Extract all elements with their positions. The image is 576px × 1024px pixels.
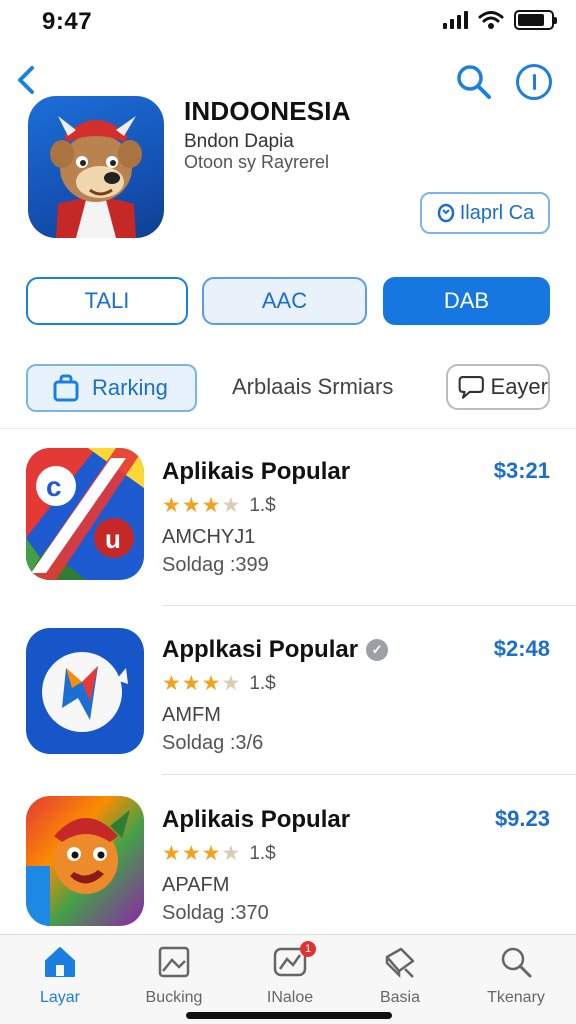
app-title: INDOONESIA — [184, 96, 351, 126]
search-icon[interactable] — [454, 62, 494, 102]
filter-middle-label[interactable]: Arblaais Srmiars — [232, 374, 393, 400]
bag-icon — [53, 374, 79, 402]
tab-layar[interactable]: Layar — [10, 943, 110, 1009]
app-name: Aplikais Popular — [162, 806, 350, 834]
battery-icon — [514, 10, 557, 30]
tab-label: Basia — [379, 989, 421, 1006]
search-icon — [501, 947, 532, 978]
app-price[interactable]: $3:21 — [494, 458, 550, 484]
signal-icon — [443, 11, 468, 29]
tab-tkenary[interactable]: Tkenary — [466, 943, 566, 1009]
app-rating: ★★★★ 1.$ — [162, 671, 276, 696]
app-developer: Otoon sy Rayrerel — [184, 152, 330, 172]
svg-text:u: u — [105, 524, 121, 554]
verified-badge-icon: ✓ — [366, 639, 389, 661]
tab-label: Layar — [39, 989, 81, 1006]
status-icons — [443, 10, 557, 30]
app-name: Applkasi Popular ✓ — [162, 636, 389, 664]
chat-filter-label: Eayer — [490, 374, 548, 399]
app-name-text: Aplikais Popular — [162, 458, 351, 485]
app-price[interactable]: $2:48 — [494, 636, 550, 662]
rating-count: 1.$ — [249, 672, 276, 694]
home-icon — [45, 947, 75, 977]
rating-count: 1.$ — [249, 842, 276, 864]
app-list-icon — [26, 628, 144, 754]
app-name-text: Aplikais Popular — [162, 806, 351, 833]
tab-label: INaloe — [266, 989, 314, 1006]
segment-tali[interactable]: TALI — [26, 277, 188, 325]
star-rating-icon: ★★★★ — [162, 842, 242, 865]
status-bar: 9:47 — [0, 0, 576, 44]
back-chevron-icon[interactable] — [10, 60, 46, 100]
image-icon — [158, 946, 190, 978]
app-name: Aplikais Popular — [162, 458, 350, 486]
app-developer: APAFM — [162, 874, 230, 896]
app-price[interactable]: $9.23 — [495, 806, 550, 832]
app-name-text: Applkasi Popular — [162, 636, 359, 663]
segment-dab[interactable]: DAB — [383, 277, 550, 325]
info-button[interactable] — [516, 64, 552, 100]
app-sold-count: Soldag :370 — [162, 902, 269, 924]
ranking-filter-button[interactable]: Rarking — [26, 364, 197, 412]
segmented-control: TALI AAC DAB — [26, 277, 550, 325]
notification-badge: 1 — [300, 941, 316, 957]
app-list-icon: c u — [26, 448, 144, 580]
star-rating-icon: ★★★★ — [162, 494, 242, 517]
filter-row: Rarking Arblaais Srmiars Eayer — [26, 364, 550, 412]
chat-bubble-icon — [458, 376, 484, 399]
tab-label: Bucking — [145, 989, 203, 1006]
app-icon — [28, 96, 164, 238]
app-subtitle: Bndon Dapia — [184, 131, 294, 152]
app-sold-count: Soldag :3/6 — [162, 732, 264, 754]
app-rating: ★★★★ 1.$ — [162, 841, 276, 866]
divider — [162, 774, 576, 775]
open-button-label: Ilaprl Ca — [459, 201, 535, 224]
app-rating: ★★★★ 1.$ — [162, 493, 276, 518]
tab-bucking[interactable]: Bucking — [124, 943, 224, 1009]
open-button[interactable]: Ilaprl Ca — [420, 192, 550, 234]
app-developer: AMCHYJ1 — [162, 526, 256, 548]
app-list-icon — [26, 796, 144, 926]
tab-basia[interactable]: Basia — [350, 943, 450, 1009]
divider — [162, 605, 576, 606]
home-indicator[interactable] — [186, 1012, 392, 1019]
segment-aac[interactable]: AAC — [202, 277, 367, 325]
chat-filter-button[interactable]: Eayer — [446, 364, 550, 410]
star-rating-icon: ★★★★ — [162, 672, 242, 695]
refresh-icon — [437, 203, 454, 223]
tab-inaloe[interactable]: 1 INaloe — [240, 941, 340, 1009]
app-sold-count: Soldag :399 — [162, 554, 269, 576]
list-item[interactable]: c u Aplikais Popular $3:21 ★★★★ 1.$ AMCH… — [0, 448, 576, 620]
status-time: 9:47 — [42, 8, 93, 35]
wifi-icon — [478, 11, 504, 29]
divider — [0, 428, 576, 429]
rating-count: 1.$ — [249, 494, 276, 516]
tab-bar: Layar Bucking 1 INaloe Basia Tkenary — [0, 934, 576, 1024]
book-icon — [385, 947, 415, 979]
ranking-label: Rarking — [92, 375, 168, 400]
app-developer: AMFM — [162, 704, 221, 726]
svg-text:c: c — [46, 471, 62, 502]
list-item[interactable]: Applkasi Popular ✓ $2:48 ★★★★ 1.$ AMFM S… — [0, 626, 576, 798]
info-icon — [532, 74, 536, 90]
tab-label: Tkenary — [487, 989, 545, 1006]
